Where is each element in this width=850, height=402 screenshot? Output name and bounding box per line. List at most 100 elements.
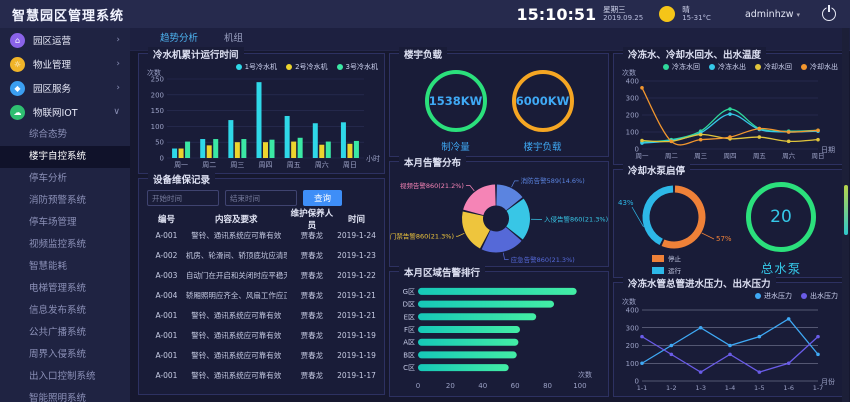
- panel-alarm-distribution: 本月告警分布 消防告警589(14.6%)入侵告警860(21.3%)应急告警8…: [389, 161, 609, 267]
- load-gauge: 1538KW 制冷量: [425, 70, 487, 153]
- sidebar-item-label: 物联网IOT: [33, 105, 78, 119]
- chevron-icon: ∨: [113, 107, 120, 117]
- column-header: 编号: [147, 213, 186, 225]
- svg-text:小时: 小时: [366, 154, 380, 163]
- total-pump-label: 总水泵: [761, 258, 802, 277]
- total-pump-ring: 20: [746, 182, 816, 252]
- sidebar-subitem[interactable]: 信息发布系统: [0, 300, 130, 322]
- query-button[interactable]: 查询: [303, 190, 342, 206]
- property-management-icon: ☼: [10, 57, 25, 72]
- sidebar-subitem[interactable]: 综合态势: [0, 124, 130, 146]
- panel-chiller-runtime: 冷水机累计运行时间 次数 1号冷水机2号冷水机3号冷水机 05010015020…: [138, 53, 385, 174]
- table-row[interactable]: A-001警铃、通讯系统应可靠有效贾春龙2019-1-19: [147, 325, 376, 345]
- end-time-input[interactable]: [225, 190, 297, 206]
- svg-text:门禁告警860(21.3%): 门禁告警860(21.3%): [390, 232, 454, 241]
- clock: 15:10:51: [517, 5, 597, 24]
- svg-text:周六: 周六: [315, 160, 329, 169]
- svg-text:F区: F区: [404, 326, 415, 334]
- start-time-input[interactable]: [147, 190, 219, 206]
- power-icon[interactable]: [822, 7, 836, 21]
- app-title: 智慧园区管理系统: [12, 5, 124, 24]
- sidebar-subitem[interactable]: 出入口控制系统: [0, 366, 130, 388]
- chevron-icon: ›: [116, 83, 120, 93]
- sidebar-subitem[interactable]: 停车场管理: [0, 212, 130, 234]
- sidebar-main: ⌂园区运营›☼物业管理›◆园区服务›☁物联网IOT∨: [0, 28, 130, 124]
- svg-text:100: 100: [151, 123, 164, 131]
- column-header: 内容及要求: [186, 213, 287, 225]
- scrollbar[interactable]: [842, 28, 849, 402]
- weather-condition: 晴: [682, 6, 711, 15]
- weather-temp: 15-31°C: [682, 14, 711, 22]
- iot-icon: ☁: [10, 105, 25, 120]
- svg-text:周四: 周四: [259, 161, 273, 169]
- weather-block: 晴 15-31°C: [682, 6, 711, 23]
- svg-text:80: 80: [543, 382, 552, 390]
- table-row[interactable]: A-001警铃、通讯系统应可靠有效贾春龙2019-1-19: [147, 345, 376, 365]
- svg-text:200: 200: [626, 342, 639, 350]
- legend-item: 冷冻水回: [663, 62, 700, 72]
- sidebar-subitem[interactable]: 公共广播系统: [0, 322, 130, 344]
- svg-text:43%: 43%: [618, 199, 634, 207]
- svg-text:1-3: 1-3: [695, 384, 706, 392]
- sidebar-subitem[interactable]: 智能照明系统: [0, 388, 130, 402]
- svg-text:200: 200: [626, 112, 639, 120]
- user-menu[interactable]: adminhzw▾: [745, 9, 800, 20]
- sidebar-item-label: 园区服务: [33, 81, 71, 95]
- area-alarm-rank-bar-chart: 020406080100次数G区D区E区F区A区B区C区: [392, 277, 606, 394]
- legend-item: 冷冻水出: [709, 62, 746, 72]
- legend-dot: [236, 64, 242, 70]
- svg-text:100: 100: [626, 129, 639, 137]
- table-row[interactable]: A-002机房、轮滑间、轿顶底坑应清理贾春龙2019-1-23: [147, 245, 376, 265]
- sidebar-subitem[interactable]: 电梯管理系统: [0, 278, 130, 300]
- date-block: 星期三 2019.09.25: [603, 6, 643, 23]
- table-search-row: 查询: [147, 189, 376, 207]
- load-ring-label: 制冷量: [441, 139, 470, 153]
- y-axis-label: 次数: [622, 297, 636, 307]
- table-row[interactable]: A-003自动门在开启和关闭时应平稳无震荡贾春龙2019-1-22: [147, 265, 376, 285]
- panel-maintenance-records: 设备维保记录 查询编号内容及要求维护保养人员时间A-001警铃、通讯系统应可靠有…: [138, 178, 385, 395]
- table-row[interactable]: A-001警铃、通讯系统应可靠有效贾春龙2019-1-24: [147, 225, 376, 245]
- sidebar-subitem[interactable]: 停车分析: [0, 168, 130, 190]
- sidebar-item[interactable]: ◆园区服务›: [0, 76, 130, 100]
- svg-text:100: 100: [626, 360, 639, 368]
- sidebar-item[interactable]: ☁ 物联网IOT ∨: [0, 100, 130, 124]
- sidebar-item-label: 物业管理: [33, 57, 71, 71]
- panel-pump-status: 冷却水泵启停 43%57%停止运行 20 总水泵: [613, 169, 845, 278]
- svg-text:周二: 周二: [202, 161, 216, 169]
- panel-title: 设备维保记录: [148, 172, 215, 186]
- panel-title: 冷水机累计运行时间: [148, 47, 244, 61]
- sidebar-subitem[interactable]: 周界入侵系统: [0, 344, 130, 366]
- svg-text:40: 40: [478, 382, 487, 390]
- main-content: 趋势分析机组 冷水机累计运行时间 次数 1号冷水机2号冷水机3号冷水机 0501…: [130, 28, 850, 402]
- panel-area-alarm-rank: 本月区域告警排行 020406080100次数G区D区E区F区A区B区C区: [389, 271, 609, 397]
- legend-item: 出水压力: [801, 291, 838, 301]
- sidebar-item[interactable]: ⌂园区运营›: [0, 28, 130, 52]
- svg-text:1-1: 1-1: [637, 384, 648, 392]
- svg-text:周日: 周日: [343, 161, 357, 169]
- sidebar-item[interactable]: ☼物业管理›: [0, 52, 130, 76]
- scrollbar-thumb[interactable]: [844, 185, 848, 235]
- sidebar: ⌂园区运营›☼物业管理›◆园区服务›☁物联网IOT∨ 综合态势楼宇自控系统停车分…: [0, 28, 130, 402]
- legend-dot: [286, 64, 292, 70]
- table-row[interactable]: A-004轿厢照明应齐全、风扇工作应正常贾春龙2019-1-21: [147, 285, 376, 305]
- sidebar-subitem[interactable]: 视频监控系统: [0, 234, 130, 256]
- legend-item: 3号冷水机: [337, 62, 378, 72]
- svg-text:消防告警589(14.6%): 消防告警589(14.6%): [521, 176, 585, 185]
- svg-text:入侵告警860(21.3%): 入侵告警860(21.3%): [544, 215, 608, 224]
- legend-dot: [801, 293, 807, 299]
- svg-text:C区: C区: [403, 364, 415, 372]
- svg-text:300: 300: [626, 95, 639, 103]
- legend-dot: [337, 64, 343, 70]
- table-row[interactable]: A-001警铃、通讯系统应可靠有效贾春龙2019-1-21: [147, 305, 376, 325]
- svg-text:1-4: 1-4: [725, 384, 736, 392]
- load-gauge: 6000KW楼宇负载: [512, 70, 574, 153]
- sidebar-subitem[interactable]: 楼宇自控系统: [0, 146, 130, 168]
- panel-title: 本月区域告警排行: [399, 265, 485, 279]
- sidebar-subitem[interactable]: 智慧能耗: [0, 256, 130, 278]
- sidebar-subitem[interactable]: 消防预警系统: [0, 190, 130, 212]
- load-ring: 1538KW: [425, 70, 487, 132]
- top-bar: 智慧园区管理系统 15:10:51 星期三 2019.09.25 晴 15-31…: [0, 0, 850, 28]
- svg-text:57%: 57%: [716, 235, 732, 243]
- table-row[interactable]: A-001警铃、通讯系统应可靠有效贾春龙2019-1-17: [147, 365, 376, 385]
- svg-text:1-5: 1-5: [754, 384, 765, 392]
